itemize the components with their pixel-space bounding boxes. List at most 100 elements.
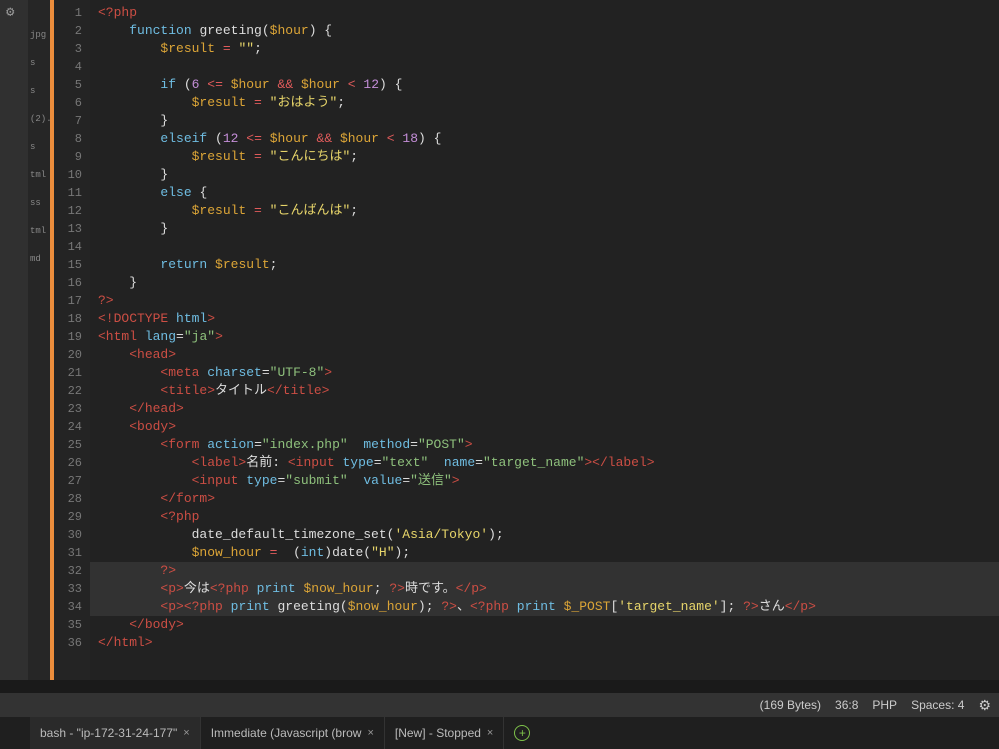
line-number: 33 bbox=[54, 580, 90, 598]
file-tree-item[interactable]: jpg bbox=[28, 30, 50, 40]
file-tree-item[interactable]: ss bbox=[28, 198, 50, 208]
code-line[interactable]: <p>今は<?php print $now_hour; ?>時です。</p> bbox=[90, 580, 999, 598]
line-number: 2 bbox=[54, 22, 90, 40]
terminal-tab-label: [New] - Stopped bbox=[395, 726, 481, 740]
code-line[interactable]: $result = "おはよう"; bbox=[90, 94, 999, 112]
code-line[interactable]: $result = "こんばんは"; bbox=[90, 202, 999, 220]
file-tree-item[interactable]: s bbox=[28, 142, 50, 152]
line-number: 20 bbox=[54, 346, 90, 364]
line-number: 19 bbox=[54, 328, 90, 346]
line-number: 35 bbox=[54, 616, 90, 634]
code-editor[interactable]: <?php function greeting($hour) { $result… bbox=[90, 0, 999, 680]
code-line[interactable]: function greeting($hour) { bbox=[90, 22, 999, 40]
line-number: 1 bbox=[54, 4, 90, 22]
line-number: 22 bbox=[54, 382, 90, 400]
terminal-tab-bar: bash - "ip-172-31-24-177"×Immediate (Jav… bbox=[0, 717, 999, 749]
file-size: (169 Bytes) bbox=[760, 698, 821, 712]
line-number: 26 bbox=[54, 454, 90, 472]
terminal-tab-label: bash - "ip-172-31-24-177" bbox=[40, 726, 177, 740]
line-number: 27 bbox=[54, 472, 90, 490]
line-number: 32 bbox=[54, 562, 90, 580]
line-number: 7 bbox=[54, 112, 90, 130]
code-line[interactable]: <form action="index.php" method="POST"> bbox=[90, 436, 999, 454]
code-line[interactable]: ?> bbox=[90, 292, 999, 310]
file-tree-item[interactable]: s bbox=[28, 86, 50, 96]
close-icon[interactable]: × bbox=[487, 727, 493, 739]
code-line[interactable]: </body> bbox=[90, 616, 999, 634]
line-number: 21 bbox=[54, 364, 90, 382]
line-number-gutter: 1234567891011121314151617181920212223242… bbox=[54, 0, 90, 680]
code-line[interactable]: elseif (12 <= $hour && $hour < 18) { bbox=[90, 130, 999, 148]
code-line[interactable]: </html> bbox=[90, 634, 999, 652]
code-line[interactable]: </head> bbox=[90, 400, 999, 418]
code-line[interactable]: $result = "こんにちは"; bbox=[90, 148, 999, 166]
line-number: 29 bbox=[54, 508, 90, 526]
line-number: 13 bbox=[54, 220, 90, 238]
terminal-tab[interactable]: bash - "ip-172-31-24-177" × bbox=[30, 717, 201, 749]
code-line[interactable]: </form> bbox=[90, 490, 999, 508]
code-line[interactable]: ?> bbox=[90, 562, 999, 580]
line-number: 15 bbox=[54, 256, 90, 274]
line-number: 25 bbox=[54, 436, 90, 454]
code-line[interactable]: <?php bbox=[90, 508, 999, 526]
code-line[interactable]: return $result; bbox=[90, 256, 999, 274]
cursor-position[interactable]: 36:8 bbox=[835, 698, 858, 712]
code-line[interactable]: <?php bbox=[90, 4, 999, 22]
code-line[interactable]: } bbox=[90, 166, 999, 184]
line-number: 4 bbox=[54, 58, 90, 76]
code-line[interactable]: <p><?php print greeting($now_hour); ?>、<… bbox=[90, 598, 999, 616]
code-line[interactable]: <body> bbox=[90, 418, 999, 436]
file-tree-item[interactable]: (2).sh bbox=[28, 114, 50, 124]
terminal-tab-label: Immediate (Javascript (brow bbox=[211, 726, 362, 740]
code-line[interactable]: <head> bbox=[90, 346, 999, 364]
code-line[interactable]: <!DOCTYPE html> bbox=[90, 310, 999, 328]
line-number: 3 bbox=[54, 40, 90, 58]
code-line[interactable] bbox=[90, 238, 999, 256]
line-number: 11 bbox=[54, 184, 90, 202]
code-line[interactable]: $result = ""; bbox=[90, 40, 999, 58]
code-line[interactable]: } bbox=[90, 112, 999, 130]
line-number: 5 bbox=[54, 76, 90, 94]
code-line[interactable]: else { bbox=[90, 184, 999, 202]
line-number: 14 bbox=[54, 238, 90, 256]
line-number: 16 bbox=[54, 274, 90, 292]
line-number: 24 bbox=[54, 418, 90, 436]
code-line[interactable]: if (6 <= $hour && $hour < 12) { bbox=[90, 76, 999, 94]
line-number: 9 bbox=[54, 148, 90, 166]
editor-area: ⚙ jpgss(2).shstmlsstmlmd 123456789101112… bbox=[0, 0, 999, 680]
line-number: 10 bbox=[54, 166, 90, 184]
activity-bar: ⚙ bbox=[0, 0, 28, 680]
language-mode[interactable]: PHP bbox=[872, 698, 897, 712]
code-line[interactable]: } bbox=[90, 274, 999, 292]
file-tree[interactable]: jpgss(2).shstmlsstmlmd bbox=[28, 0, 50, 680]
line-number: 31 bbox=[54, 544, 90, 562]
gear-icon[interactable]: ⚙ bbox=[6, 4, 14, 21]
line-number: 12 bbox=[54, 202, 90, 220]
code-line[interactable]: $now_hour = (int)date("H"); bbox=[90, 544, 999, 562]
code-line[interactable]: <html lang="ja"> bbox=[90, 328, 999, 346]
file-tree-item[interactable]: s bbox=[28, 58, 50, 68]
new-terminal-button[interactable]: + bbox=[514, 725, 530, 741]
file-tree-item[interactable]: tml bbox=[28, 226, 50, 236]
code-line[interactable]: <label>名前: <input type="text" name="targ… bbox=[90, 454, 999, 472]
line-number: 6 bbox=[54, 94, 90, 112]
code-line[interactable]: } bbox=[90, 220, 999, 238]
code-line[interactable]: <title>タイトル</title> bbox=[90, 382, 999, 400]
terminal-tab[interactable]: Immediate (Javascript (brow × bbox=[201, 717, 385, 749]
line-number: 34 bbox=[54, 598, 90, 616]
code-line[interactable]: <meta charset="UTF-8"> bbox=[90, 364, 999, 382]
indent-mode[interactable]: Spaces: 4 bbox=[911, 698, 964, 712]
line-number: 23 bbox=[54, 400, 90, 418]
file-tree-item[interactable]: tml bbox=[28, 170, 50, 180]
code-line[interactable]: <input type="submit" value="送信"> bbox=[90, 472, 999, 490]
line-number: 8 bbox=[54, 130, 90, 148]
file-tree-item[interactable]: md bbox=[28, 254, 50, 264]
close-icon[interactable]: × bbox=[367, 727, 373, 739]
code-line[interactable] bbox=[90, 58, 999, 76]
line-number: 36 bbox=[54, 634, 90, 652]
close-icon[interactable]: × bbox=[183, 727, 189, 739]
terminal-tab[interactable]: [New] - Stopped × bbox=[385, 717, 504, 749]
code-line[interactable]: date_default_timezone_set('Asia/Tokyo'); bbox=[90, 526, 999, 544]
settings-gear-icon[interactable]: ⚙ bbox=[978, 697, 991, 714]
line-number: 17 bbox=[54, 292, 90, 310]
